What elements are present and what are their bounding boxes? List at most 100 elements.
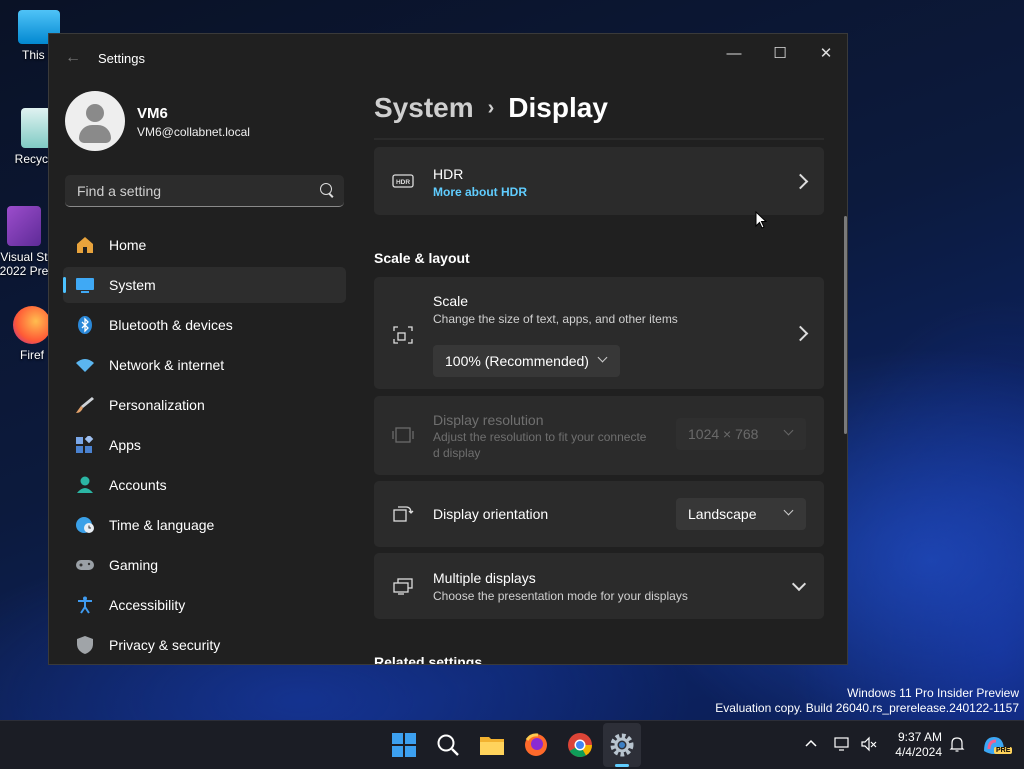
scale-dropdown[interactable]: 100% (Recommended) xyxy=(433,345,620,377)
settings-window: ← Settings — ☐ ✕ VM6 VM6@collabnet.local… xyxy=(48,33,848,665)
search-input[interactable] xyxy=(75,182,309,200)
apps-icon xyxy=(75,434,95,454)
nav-item-privacy[interactable]: Privacy & security xyxy=(63,627,346,663)
page-title: Display xyxy=(508,92,608,123)
accounts-icon xyxy=(75,476,95,494)
nav-item-gaming[interactable]: Gaming xyxy=(63,547,346,583)
nav-label: Privacy & security xyxy=(109,637,221,653)
chrome-icon[interactable] xyxy=(565,730,595,760)
brush-icon xyxy=(75,396,95,414)
nav-label: Network & internet xyxy=(109,357,225,373)
scrollbar[interactable] xyxy=(844,216,847,434)
chevron-right-icon xyxy=(792,173,809,190)
user-email: VM6@collabnet.local xyxy=(137,125,250,139)
active-app-indicator xyxy=(615,764,629,767)
back-button[interactable]: ← xyxy=(63,48,83,68)
copilot-icon[interactable]: PRE xyxy=(980,731,1013,759)
nav-label: Time & language xyxy=(109,517,215,533)
firefox-icon xyxy=(13,306,51,344)
visual-studio-icon xyxy=(7,206,41,246)
chevron-down-icon xyxy=(597,352,608,363)
firefox-icon[interactable] xyxy=(521,730,551,760)
scale-card[interactable]: Scale Change the size of text, apps, and… xyxy=(374,277,824,389)
search-icon[interactable] xyxy=(320,183,332,195)
nav-item-system[interactable]: System xyxy=(63,267,346,303)
orientation-icon xyxy=(392,505,414,523)
shield-icon xyxy=(75,636,95,654)
multiple-displays-subtitle: Choose the presentation mode for your di… xyxy=(433,589,688,603)
orientation-title: Display orientation xyxy=(433,506,549,522)
resolution-value: 1024 × 768 xyxy=(688,426,759,442)
card-remnant xyxy=(374,138,824,140)
nav-label: Personalization xyxy=(109,397,205,413)
user-name: VM6 xyxy=(137,105,168,122)
network-icon[interactable] xyxy=(834,735,852,753)
notification-bell-icon[interactable] xyxy=(948,735,966,753)
resolution-icon xyxy=(392,426,414,444)
accessibility-icon xyxy=(75,596,95,614)
maximize-button[interactable]: ☐ xyxy=(757,39,803,69)
nav-item-accessibility[interactable]: Accessibility xyxy=(63,587,346,623)
gamepad-icon xyxy=(75,556,95,574)
nav-item-network[interactable]: Network & internet xyxy=(63,347,346,383)
resolution-subtitle-2: d display xyxy=(433,446,481,460)
nav-item-accounts[interactable]: Accounts xyxy=(63,467,346,503)
hdr-link[interactable]: More about HDR xyxy=(433,185,527,199)
nav-list: Home System Bluetooth & devices Network … xyxy=(63,227,346,664)
nav-label: Bluetooth & devices xyxy=(109,317,233,333)
nav-item-home[interactable]: Home xyxy=(63,227,346,263)
avatar[interactable] xyxy=(65,91,125,151)
nav-label: Gaming xyxy=(109,557,159,573)
resolution-card: Display resolution Adjust the resolution… xyxy=(374,396,824,475)
resolution-title: Display resolution xyxy=(433,412,544,428)
window-title: Settings xyxy=(98,51,145,66)
nav-item-personalization[interactable]: Personalization xyxy=(63,387,346,423)
globe-clock-icon xyxy=(75,516,95,534)
clock-time: 9:37 AM xyxy=(897,730,942,744)
breadcrumb: System › Display xyxy=(374,92,608,124)
close-button[interactable]: ✕ xyxy=(803,39,847,69)
chevron-down-icon[interactable] xyxy=(791,576,807,592)
settings-taskbar-button[interactable] xyxy=(603,723,641,767)
watermark-line1: Windows 11 Pro Insider Preview xyxy=(847,686,1019,700)
home-icon xyxy=(75,236,95,254)
clock-date: 4/4/2024 xyxy=(895,745,942,759)
resolution-subtitle-1: Adjust the resolution to fit your connec… xyxy=(433,430,647,444)
orientation-card: Display orientation Landscape xyxy=(374,481,824,547)
nav-label: Accessibility xyxy=(109,597,186,613)
resolution-dropdown: 1024 × 768 xyxy=(676,418,806,450)
wifi-icon xyxy=(75,356,95,374)
breadcrumb-parent[interactable]: System xyxy=(374,92,474,123)
scale-value: 100% (Recommended) xyxy=(445,353,589,369)
nav-label: Home xyxy=(109,237,147,253)
chevron-up-icon[interactable] xyxy=(804,737,818,751)
title-bar[interactable]: ← Settings — ☐ ✕ xyxy=(49,34,847,80)
volume-muted-icon[interactable] xyxy=(860,735,878,753)
orientation-dropdown[interactable]: Landscape xyxy=(676,498,806,530)
search-box[interactable] xyxy=(65,175,344,207)
hdr-title: HDR xyxy=(433,166,464,182)
minimize-button[interactable]: — xyxy=(711,39,757,69)
desktop-icon-label: Firef xyxy=(20,348,44,362)
nav-item-apps[interactable]: Apps xyxy=(63,427,346,463)
search-icon[interactable] xyxy=(433,730,463,760)
clock[interactable]: 9:37 AM 4/4/2024 xyxy=(895,730,942,760)
multiple-displays-icon xyxy=(392,577,414,595)
multiple-displays-title: Multiple displays xyxy=(433,570,536,586)
breadcrumb-separator: › xyxy=(487,97,495,119)
hdr-card[interactable]: HDR HDR More about HDR xyxy=(374,147,824,215)
nav-label: Accounts xyxy=(109,477,167,493)
start-icon[interactable] xyxy=(389,730,419,760)
recycle-bin-icon xyxy=(21,108,51,148)
scale-subtitle: Change the size of text, apps, and other… xyxy=(433,312,678,326)
nav-item-time-language[interactable]: Time & language xyxy=(63,507,346,543)
chevron-right-icon[interactable] xyxy=(792,325,809,342)
avatar-body xyxy=(79,125,111,143)
settings-icon xyxy=(607,730,637,760)
nav-item-bluetooth[interactable]: Bluetooth & devices xyxy=(63,307,346,343)
file-explorer-icon[interactable] xyxy=(477,730,507,760)
desktop-icon-visual-studio[interactable]: Visual St 2022 Pre xyxy=(0,206,54,278)
multiple-displays-card[interactable]: Multiple displays Choose the presentatio… xyxy=(374,553,824,619)
scale-icon xyxy=(392,325,414,344)
pre-badge: PRE xyxy=(994,747,1013,754)
